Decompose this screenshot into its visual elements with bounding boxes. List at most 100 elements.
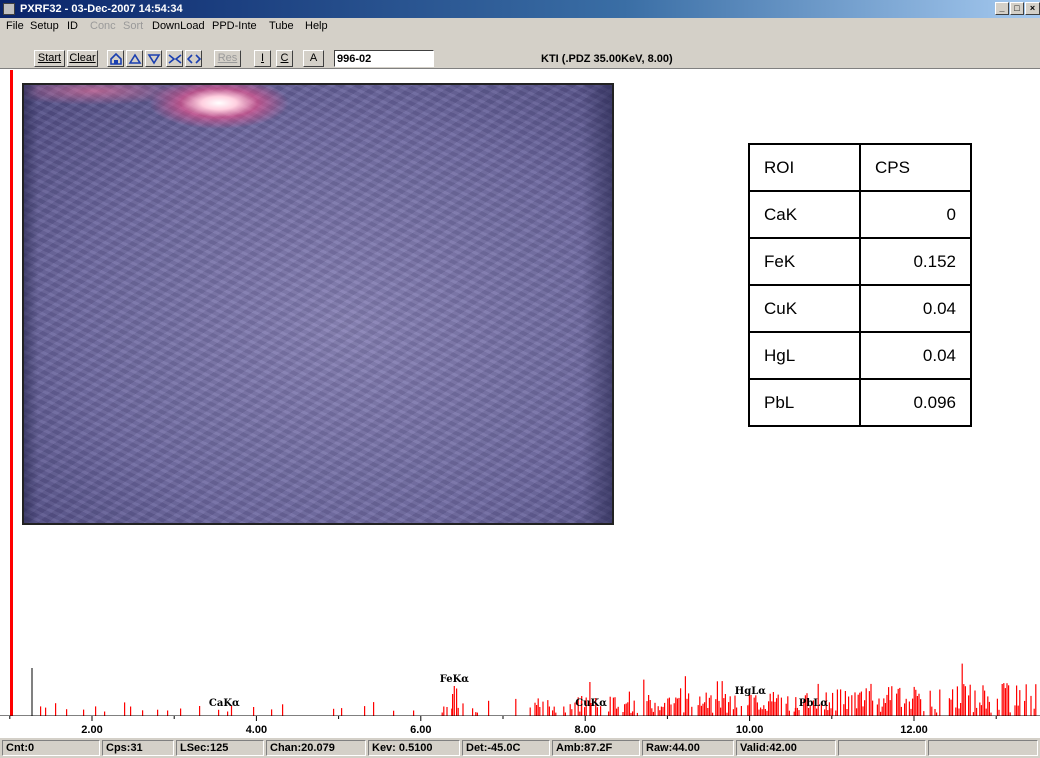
left-edge-bar	[10, 70, 13, 716]
spectrum-bar	[1025, 684, 1027, 716]
maximize-button[interactable]: □	[1010, 2, 1024, 15]
spectrum-bar	[472, 708, 474, 716]
c-button[interactable]: C	[276, 50, 293, 67]
menu-id[interactable]: ID	[67, 20, 78, 33]
menu-ppd-inte[interactable]: PPD-Inte	[212, 20, 257, 33]
roi-name: CuK	[748, 284, 861, 333]
spectrum-bar	[723, 698, 725, 716]
spectrum-bar	[180, 708, 182, 716]
spectrum-bar	[836, 689, 838, 716]
spectrum-bar	[664, 702, 666, 716]
spectrum-bar	[625, 703, 627, 716]
spectrum-bar	[952, 689, 954, 716]
spectrum-bar	[891, 686, 893, 716]
header-cps: CPS	[859, 143, 972, 192]
spectrum-bar	[750, 694, 752, 716]
title-bar: PXRF32 - 03-Dec-2007 14:54:34 _ □ ×	[0, 0, 1040, 18]
spectrum-bar	[1035, 684, 1037, 716]
spectrum-bar	[633, 700, 635, 716]
spectrum-bar	[1003, 683, 1005, 716]
status-bar: Cnt:0 Cps:31 LSec:125 Chan:20.079 Kev: 0…	[0, 738, 1040, 758]
status-cnt: Cnt:0	[2, 740, 100, 756]
spectrum-bar	[651, 708, 653, 716]
spectrum-bar	[515, 698, 517, 716]
start-button[interactable]: Start	[34, 50, 65, 67]
spectrum-bar	[614, 697, 616, 716]
spectrum-bar	[854, 692, 856, 716]
spectrum-bar	[915, 689, 917, 716]
status-kev: Kev: 0.5100	[368, 740, 460, 756]
spectrum-bar	[985, 708, 987, 716]
compress-button[interactable]	[166, 50, 183, 67]
spectrum-bar	[889, 700, 891, 716]
spectrum-bar	[1004, 688, 1006, 716]
spectrum-bar	[646, 701, 648, 716]
menu-sort[interactable]: Sort	[123, 20, 143, 33]
spectrum-bar	[66, 709, 68, 716]
spectrum-bar	[996, 698, 998, 716]
spectrum-bar	[878, 698, 880, 716]
roi-name: FeK	[748, 237, 861, 286]
spectrum-bar	[488, 700, 490, 716]
spectrum-bar	[660, 706, 662, 716]
expand-button[interactable]	[185, 50, 202, 67]
spectrum-bar	[707, 708, 709, 716]
spectrum-bar	[648, 695, 650, 716]
roi-cps: 0	[859, 190, 972, 239]
spectrum-bar	[569, 704, 571, 716]
menu-help[interactable]: Help	[305, 20, 328, 33]
spectrum-bar	[708, 697, 710, 716]
spectrum-bar	[830, 708, 832, 716]
spectrum-bar	[934, 709, 936, 716]
status-det: Det:-45.0C	[462, 740, 550, 756]
minimize-button[interactable]: _	[995, 2, 1009, 15]
spectrum-bar	[761, 709, 763, 716]
spectrum-bar	[705, 692, 707, 716]
spectrum-bar	[843, 704, 845, 716]
spectrum-bar	[987, 696, 989, 716]
status-chan: Chan:20.079	[266, 740, 366, 756]
spectrum-bar	[980, 705, 982, 716]
spectrum-bar	[643, 679, 645, 716]
down-button[interactable]	[145, 50, 162, 67]
table-header-row: ROI CPS	[748, 143, 972, 192]
roi-name: PbL	[748, 378, 861, 427]
spectrum-bar	[547, 700, 549, 716]
menu-file[interactable]: File	[6, 20, 24, 33]
status-empty-1	[838, 740, 926, 756]
i-button[interactable]: I	[254, 50, 271, 67]
status-cps: Cps:31	[102, 740, 174, 756]
spectrum-bar	[616, 708, 618, 716]
spectrum-bar	[697, 705, 699, 716]
menu-setup[interactable]: Setup	[30, 20, 59, 33]
clear-button[interactable]: Clear	[67, 50, 98, 67]
spectrum-bar	[732, 709, 734, 716]
menu-bar: File Setup ID Conc Sort DownLoad PPD-Int…	[0, 18, 1040, 35]
home-button[interactable]	[107, 50, 124, 67]
spectrum-bar	[443, 706, 445, 716]
spectrum-bars	[40, 663, 1037, 716]
spectrum-bar	[691, 706, 693, 716]
spectrum-bar	[1030, 695, 1032, 716]
spectrum-bar	[1016, 685, 1018, 716]
spectrum-bar	[534, 702, 536, 716]
menu-tube[interactable]: Tube	[269, 20, 294, 33]
spectrum-bar	[55, 703, 57, 716]
up-button[interactable]	[126, 50, 143, 67]
menu-conc[interactable]: Conc	[90, 20, 116, 33]
spectrum-bar	[456, 688, 458, 716]
peak-bar	[748, 704, 750, 716]
spectrum-bar	[755, 695, 757, 716]
spectrum-bar	[675, 697, 677, 716]
res-button[interactable]: Res	[214, 50, 241, 67]
spectrum-bar	[542, 701, 544, 716]
spectrum-bar	[617, 706, 619, 716]
spectrum-bar	[888, 687, 890, 716]
menu-download[interactable]: DownLoad	[152, 20, 205, 33]
app-icon	[3, 3, 15, 15]
a-button[interactable]: A	[303, 50, 324, 67]
sample-id-input[interactable]	[334, 50, 434, 67]
close-button[interactable]: ×	[1025, 2, 1040, 15]
spectrum-bar	[910, 708, 912, 716]
status-amb: Amb:87.2F	[552, 740, 640, 756]
